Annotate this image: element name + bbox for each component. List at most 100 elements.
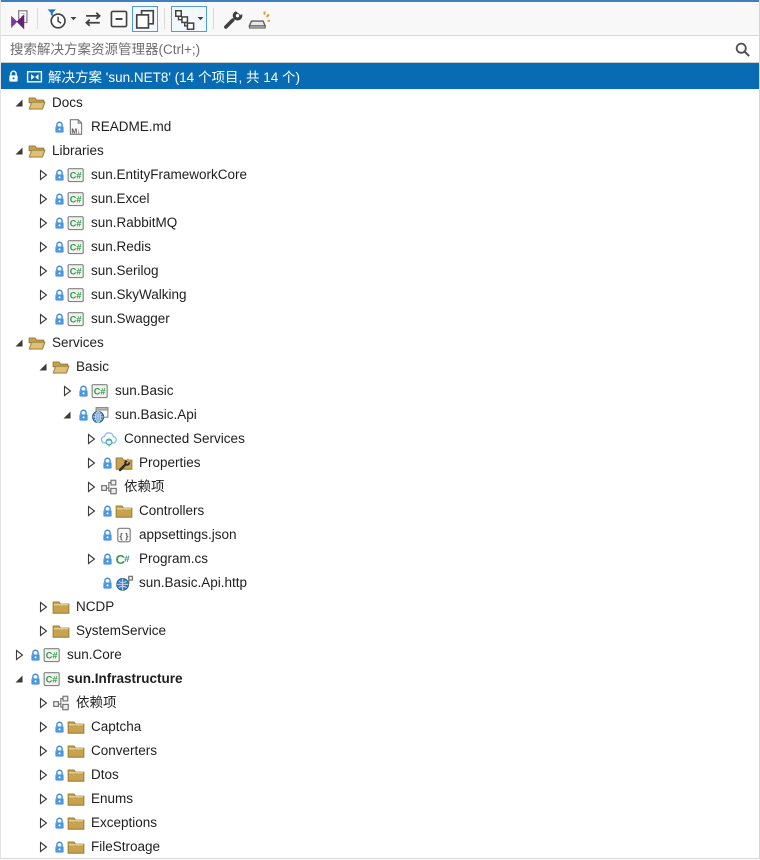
tree-item[interactable]: sun.Basic.Api <box>1 403 759 427</box>
preview-selected-items-button[interactable] <box>246 6 272 32</box>
expander-closed-icon[interactable] <box>35 239 52 255</box>
lock-icon <box>76 408 91 423</box>
csproj-icon: C# <box>67 286 87 304</box>
markdown-icon: M↓ <box>67 118 87 136</box>
csproj-icon: C# <box>43 646 63 664</box>
tree-item-label: sun.Basic.Api <box>115 407 197 422</box>
sync-with-active-document-button[interactable] <box>5 6 31 32</box>
expander-closed-icon[interactable] <box>35 815 52 831</box>
expander-closed-icon[interactable] <box>35 263 52 279</box>
expander-closed-icon[interactable] <box>83 503 100 519</box>
folder-open-icon <box>52 358 72 376</box>
expander-open-icon[interactable] <box>11 143 28 159</box>
expander-closed-icon[interactable] <box>35 191 52 207</box>
csproj-icon: C# <box>67 238 87 256</box>
tree-item-label: Connected Services <box>124 431 245 446</box>
solution-node[interactable]: 解决方案 'sun.NET8' (14 个项目, 共 14 个) <box>1 63 759 89</box>
tree-item[interactable]: NCDP <box>1 595 759 619</box>
expander-closed-icon[interactable] <box>35 623 52 639</box>
tree-item[interactable]: 依赖项 <box>1 475 759 499</box>
tree-item[interactable]: Libraries <box>1 139 759 163</box>
tree-item[interactable]: C# sun.Basic <box>1 379 759 403</box>
expander-closed-icon[interactable] <box>35 599 52 615</box>
tree-item[interactable]: C# sun.Infrastructure <box>1 667 759 691</box>
search-icon[interactable] <box>734 41 751 58</box>
tree-item[interactable]: Controllers <box>1 499 759 523</box>
expander-open-icon[interactable] <box>59 407 76 423</box>
tree-item-label: Program.cs <box>139 551 209 566</box>
tree-item[interactable]: { } appsettings.json <box>1 523 759 547</box>
tree-item[interactable]: sun.Basic.Api.http <box>1 571 759 595</box>
tree-item[interactable]: Converters <box>1 739 759 763</box>
tree-item[interactable]: Dtos <box>1 763 759 787</box>
expander-closed-icon[interactable] <box>35 719 52 735</box>
search-input[interactable] <box>8 40 728 58</box>
vs-sync-icon <box>7 8 29 30</box>
expander-closed-icon[interactable] <box>11 647 28 663</box>
show-all-files-button[interactable] <box>132 5 158 32</box>
tree-item-label: Properties <box>139 455 201 470</box>
tree-item[interactable]: Basic <box>1 355 759 379</box>
lock-icon <box>52 288 67 303</box>
lock-icon <box>100 456 115 471</box>
expander-closed-icon[interactable] <box>35 767 52 783</box>
tree-item[interactable]: Connected Services <box>1 427 759 451</box>
folder-open-icon <box>28 334 48 352</box>
expander-open-icon[interactable] <box>11 335 28 351</box>
tree-item[interactable]: C# sun.Core <box>1 643 759 667</box>
expander-closed-icon[interactable] <box>35 167 52 183</box>
expander-closed-icon[interactable] <box>83 431 100 447</box>
expander-closed-icon[interactable] <box>35 743 52 759</box>
tree-item[interactable]: C# sun.EntityFrameworkCore <box>1 163 759 187</box>
solution-tree: Docs M↓ README.md Libraries C# sun.EntityFram… <box>1 89 759 858</box>
tree-item[interactable]: Docs <box>1 91 759 115</box>
dependencies-icon <box>100 478 120 496</box>
chevron-down-icon[interactable] <box>69 14 78 23</box>
expander-open-icon[interactable] <box>11 671 28 687</box>
tree-item-label: sun.Core <box>67 647 122 662</box>
expander-closed-icon[interactable] <box>35 215 52 231</box>
tree-item-label: sun.EntityFrameworkCore <box>91 167 248 182</box>
tree-item[interactable]: Properties <box>1 451 759 475</box>
tree-item[interactable]: Enums <box>1 787 759 811</box>
tree-item[interactable]: Services <box>1 331 759 355</box>
solution-hierarchy-view-button[interactable] <box>171 5 207 32</box>
collapse-all-button[interactable] <box>106 6 132 32</box>
expander-closed-icon[interactable] <box>83 479 100 495</box>
tree-item[interactable]: M↓ README.md <box>1 115 759 139</box>
tree-item[interactable]: SystemService <box>1 619 759 643</box>
tree-item-label: Services <box>52 335 104 350</box>
expander-closed-icon[interactable] <box>35 311 52 327</box>
tree-item[interactable]: C# sun.RabbitMQ <box>1 211 759 235</box>
pending-changes-filter-button[interactable] <box>44 6 80 32</box>
tree-item-label: Enums <box>91 791 134 806</box>
chevron-down-icon[interactable] <box>196 14 205 23</box>
properties-button[interactable] <box>220 6 246 32</box>
tree-item[interactable]: FileStroage <box>1 835 759 858</box>
expander-closed-icon[interactable] <box>35 287 52 303</box>
expander-open-icon[interactable] <box>11 95 28 111</box>
svg-text:C#: C# <box>46 675 58 685</box>
tree-item-label: sun.Infrastructure <box>67 671 183 686</box>
properties-folder-icon <box>115 454 135 472</box>
expander-closed-icon[interactable] <box>83 455 100 471</box>
expander-closed-icon[interactable] <box>83 551 100 567</box>
svg-text:{ }: { } <box>120 531 130 541</box>
tree-item[interactable]: C# sun.Excel <box>1 187 759 211</box>
tree-item[interactable]: C# sun.SkyWalking <box>1 283 759 307</box>
tree-item[interactable]: Exceptions <box>1 811 759 835</box>
tree-item[interactable]: Captcha <box>1 715 759 739</box>
expander-closed-icon[interactable] <box>59 383 76 399</box>
expander-open-icon[interactable] <box>35 359 52 375</box>
tree-item[interactable]: C# sun.Serilog <box>1 259 759 283</box>
expander-closed-icon[interactable] <box>35 839 52 855</box>
tree-item[interactable]: C # Program.cs <box>1 547 759 571</box>
lock-icon <box>52 192 67 207</box>
tree-item[interactable]: C# sun.Swagger <box>1 307 759 331</box>
tree-item[interactable]: C# sun.Redis <box>1 235 759 259</box>
expander-closed-icon[interactable] <box>35 695 52 711</box>
sync-selection-button[interactable] <box>80 6 106 32</box>
tree-item[interactable]: 依赖项 <box>1 691 759 715</box>
expander-closed-icon[interactable] <box>35 791 52 807</box>
http-icon <box>115 574 135 592</box>
